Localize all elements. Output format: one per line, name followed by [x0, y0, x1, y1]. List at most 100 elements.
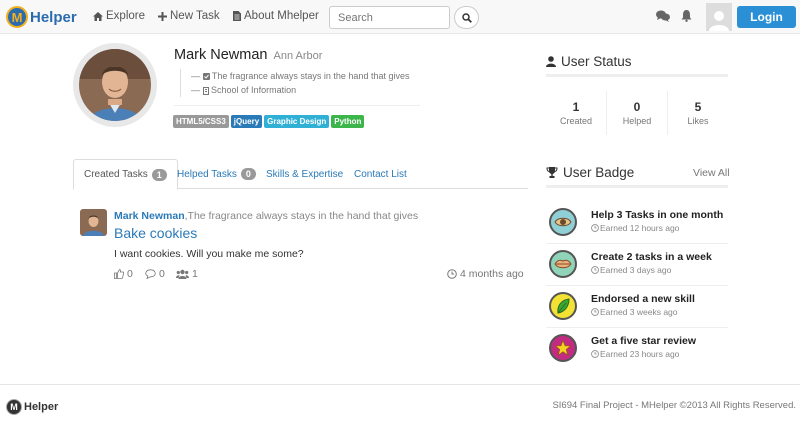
lips-badge-icon: [549, 250, 577, 278]
badge-time-text: Earned 12 hours ago: [600, 223, 680, 233]
search-button[interactable]: [454, 6, 479, 29]
footer-brand-name: Helper: [24, 401, 59, 413]
skill-tag[interactable]: HTML5/CSS3: [173, 115, 229, 128]
profile-name: Mark Newman: [174, 47, 268, 63]
user-badge-title: User Badge: [563, 165, 635, 180]
brand-name: Helper: [30, 8, 77, 26]
badge-time-text: Earned 3 days ago: [600, 265, 672, 275]
tab-helped-tasks[interactable]: Helped Tasks 0: [177, 159, 256, 189]
stat-helped-value: 0: [633, 100, 641, 114]
badge-title: Create 2 tasks in a week: [591, 251, 712, 263]
nav-about-link[interactable]: About Mhelper: [233, 10, 319, 22]
profile-motto: The fragrance always stays in the hand t…: [211, 71, 410, 81]
badge-title: Get a five star review: [591, 335, 697, 347]
search-input[interactable]: [329, 6, 450, 29]
nav-new-task-link[interactable]: New Task: [158, 10, 220, 22]
stat-likes-value: 5: [694, 100, 702, 114]
profile-tabs: Created Tasks 1 Helped Tasks 0 Skills & …: [73, 159, 528, 190]
stat-created-label: Created: [559, 116, 593, 126]
user-status-title: User Status: [561, 54, 632, 69]
skill-tags: HTML5/CSS3 jQuery Graphic Design Python: [173, 115, 365, 128]
footer-divider: [0, 384, 800, 385]
login-button[interactable]: Login: [737, 6, 796, 28]
badge-title: Endorsed a new skill: [591, 293, 695, 305]
bell-icon[interactable]: [681, 10, 692, 25]
clock-icon: [591, 308, 599, 316]
task-author-name[interactable]: Mark Newman: [114, 210, 185, 222]
task-author-motto: ,The fragrance always stays in the hand …: [184, 210, 419, 222]
user-badge-rule: [546, 185, 728, 188]
tab-skills-label: Skills & Expertise: [266, 168, 344, 180]
badge-title: Help 3 Tasks in one month: [591, 209, 724, 221]
stat-created: 1 Created: [546, 91, 606, 135]
user-icon: [546, 56, 556, 67]
check-square-icon: [202, 73, 210, 81]
nav-explore-label: Explore: [106, 10, 145, 22]
user-status-header: User Status: [546, 54, 632, 69]
profile-name-line: Mark Newman Ann Arbor: [174, 47, 322, 63]
user-stats: 1 Created 0 Helped 5 Likes: [546, 91, 728, 135]
user-avatar-placeholder[interactable]: [706, 3, 732, 31]
task-time: 4 months ago: [447, 268, 524, 280]
search-icon: [461, 12, 472, 23]
nav-about-label: About Mhelper: [244, 10, 319, 22]
tab-created-count: 1: [151, 168, 167, 181]
stat-likes-label: Likes: [687, 116, 709, 126]
brand-logo[interactable]: M Helper: [6, 6, 77, 28]
badge-time: Earned 3 days ago: [591, 265, 671, 275]
badge-time-text: Earned 23 hours ago: [600, 349, 680, 359]
tab-helped-label: Helped Tasks: [177, 168, 237, 180]
tab-created-tasks[interactable]: Created Tasks 1: [73, 159, 178, 190]
skill-tag[interactable]: Graphic Design: [264, 115, 330, 128]
nav-new-task-label: New Task: [170, 10, 220, 22]
badge-item[interactable]: Help 3 Tasks in one month Earned 12 hour…: [546, 202, 728, 244]
clock-icon: [591, 350, 599, 358]
task-author-avatar[interactable]: [80, 209, 107, 236]
messages-icon[interactable]: [656, 10, 670, 25]
skill-tag[interactable]: Python: [331, 115, 365, 128]
badge-time: Earned 3 weeks ago: [591, 307, 678, 317]
profile-location: Ann Arbor: [273, 50, 323, 62]
tab-contacts-label: Contact List: [354, 168, 407, 180]
tab-skills[interactable]: Skills & Expertise: [266, 159, 343, 189]
task-helpers[interactable]: 1: [176, 268, 198, 280]
tab-contacts[interactable]: Contact List: [354, 159, 407, 189]
plus-icon: [158, 11, 167, 21]
view-all-badges-link[interactable]: View All: [693, 167, 730, 179]
profile-motto-row: — The fragrance always stays in the hand…: [191, 71, 410, 81]
badge-item[interactable]: Create 2 tasks in a week Earned 3 days a…: [546, 244, 728, 286]
stat-likes: 5 Likes: [667, 91, 728, 135]
nav-explore-link[interactable]: Explore: [93, 10, 145, 22]
task-likes[interactable]: 0: [114, 268, 133, 280]
profile-details: — The fragrance always stays in the hand…: [180, 69, 409, 97]
task-comments[interactable]: 0: [145, 268, 165, 280]
users-icon: [176, 269, 189, 279]
task-time-text: 4 months ago: [460, 268, 524, 280]
profile-affiliation-row: — School of Information: [191, 85, 297, 95]
user-status-rule: [546, 74, 728, 77]
badge-time: Earned 23 hours ago: [591, 349, 679, 359]
stat-created-value: 1: [572, 100, 580, 114]
badge-time-text: Earned 3 weeks ago: [600, 307, 678, 317]
task-title[interactable]: Bake cookies: [114, 225, 197, 241]
task-description: I want cookies. Will you make me some?: [114, 248, 304, 260]
profile-avatar: [73, 43, 157, 127]
profile-photo: [79, 49, 151, 121]
star-badge-icon: [549, 334, 577, 362]
person-silhouette-icon: [709, 11, 729, 31]
clock-icon: [591, 224, 599, 232]
badge-item[interactable]: Get a five star review Earned 23 hours a…: [546, 328, 728, 370]
home-icon: [93, 11, 103, 21]
task-helpers-count: 1: [192, 268, 198, 280]
footer-copyright: SI694 Final Project - MHelper ©2013 All …: [552, 400, 796, 411]
file-icon: [233, 11, 241, 21]
clock-icon: [591, 266, 599, 274]
leaf-badge-icon: [549, 292, 577, 320]
footer-logo[interactable]: M Helper: [6, 399, 58, 415]
task-comments-count: 0: [159, 268, 165, 280]
profile-divider: [174, 105, 420, 106]
footer-logo-icon: M: [6, 399, 22, 415]
task-author-line: Mark Newman,The fragrance always stays i…: [114, 210, 418, 222]
skill-tag[interactable]: jQuery: [230, 115, 263, 128]
badge-item[interactable]: Endorsed a new skill Earned 3 weeks ago: [546, 286, 728, 328]
